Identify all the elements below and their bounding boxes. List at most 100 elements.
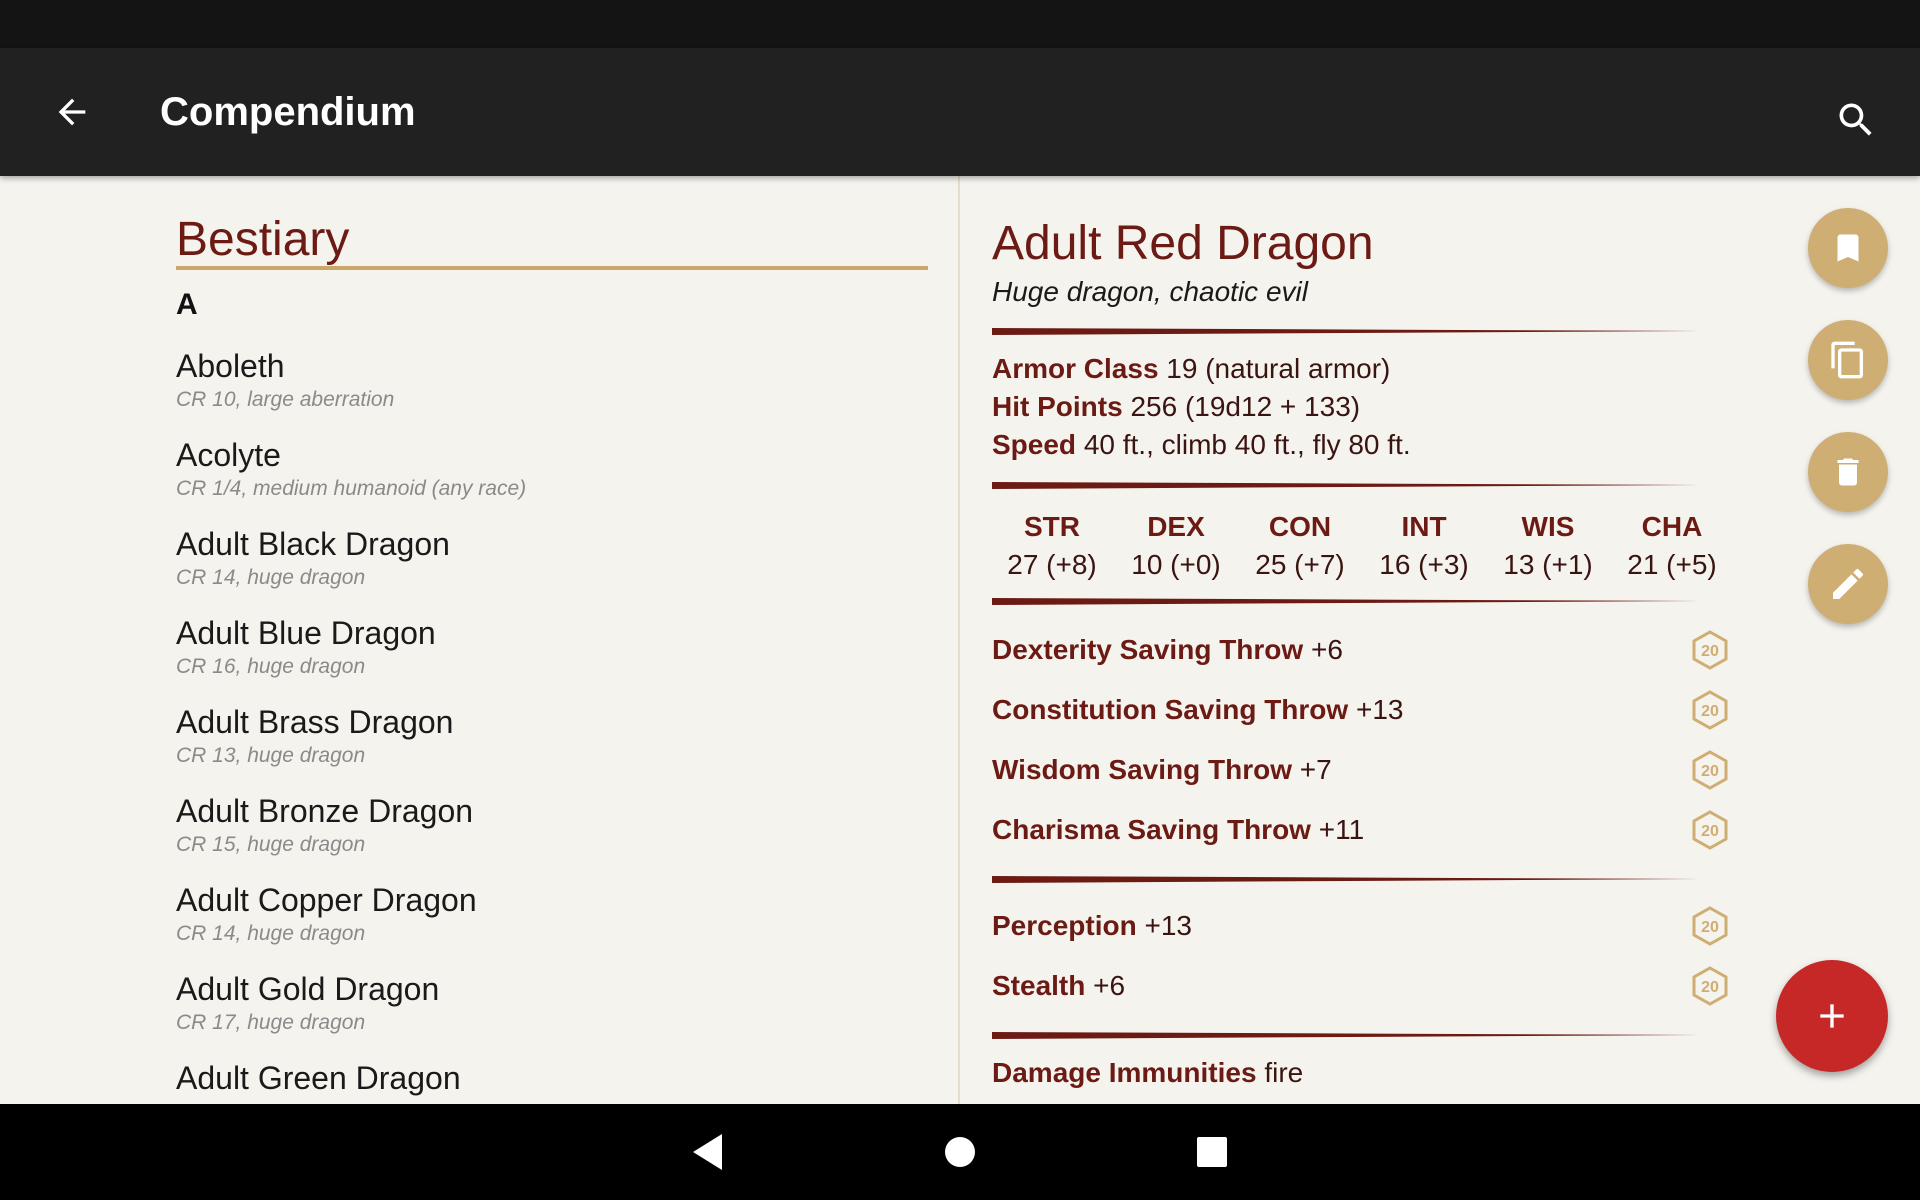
list-item[interactable]: Adult Green Dragon [176,1058,936,1104]
monster-subtitle: CR 14, huge dragon [176,566,366,589]
saving-throw-value: +11 [1318,814,1365,845]
arrow-left-icon [58,98,86,126]
roll-d20-button[interactable]: 20 [1688,688,1732,732]
monster-subtitle: CR 13, huge dragon [176,744,366,767]
circle-home-icon [945,1137,975,1167]
roll-d20-button[interactable]: 20 [1688,964,1732,1008]
triangle-back-icon [693,1134,722,1170]
copy-icon [1831,341,1863,379]
list-item[interactable]: Adult Blue Dragon CR 16, huge dragon [176,613,936,702]
ability-int: INT 16 (+3) [1364,508,1484,584]
roll-d20-button[interactable]: 20 [1688,808,1732,852]
roll-d20-button[interactable]: 20 [1688,628,1732,672]
section-rule [992,1032,1700,1039]
back-button[interactable] [48,88,96,136]
list-item[interactable]: Adult Gold Dragon CR 17, huge dragon [176,969,936,1058]
damage-immunities-line: Damage Immunities fire [992,1054,1303,1092]
ability-value: 13 (+1) [1503,549,1593,580]
ability-value: 27 (+8) [1007,549,1097,580]
section-rule [992,876,1700,883]
saving-throw-label: Dexterity Saving Throw [992,634,1304,665]
monster-subtitle: CR 10, large aberration [176,388,395,411]
saving-throw-row[interactable]: Dexterity Saving Throw +6 20 [992,628,1732,672]
pencil-icon [1833,568,1864,599]
nav-back-button[interactable] [660,1104,756,1200]
skill-row[interactable]: Stealth +6 20 [992,964,1732,1008]
saving-throw-text: Charisma Saving Throw +11 [992,814,1364,846]
list-item[interactable]: Adult Black Dragon CR 14, huge dragon [176,524,936,613]
bestiary-list-pane[interactable]: Bestiary A Aboleth CR 10, large aberratio… [0,176,958,1104]
ability-value: 10 (+0) [1131,549,1221,580]
skill-value: +13 [1144,910,1192,941]
monster-name: Adult Blue Dragon [176,615,436,651]
copy-button[interactable] [1808,320,1888,400]
monster-subtitle: CR 14, huge dragon [176,922,366,945]
ability-name: DEX [1147,511,1205,542]
d20-icon: 20 [1692,690,1728,730]
monster-type-alignment: Huge dragon, chaotic evil [992,276,1308,307]
list-item[interactable]: Adult Bronze Dragon CR 15, huge dragon [176,791,936,880]
skill-label: Perception [992,910,1137,941]
ability-scores: STR 27 (+8) DEX 10 (+0) CON 25 (+7) INT 16 (… [992,508,1732,584]
hit-points-value: 256 (19d12 + 133) [1130,391,1361,422]
list-item[interactable]: Acolyte CR 1/4, medium humanoid (any race… [176,435,936,524]
skill-text: Stealth +6 [992,970,1125,1002]
search-icon [1839,103,1872,136]
search-button[interactable] [1832,96,1880,144]
hit-points-label: Hit Points [992,391,1123,422]
section-title: Bestiary [176,214,928,270]
damage-immunities-label: Damage Immunities [992,1057,1257,1088]
saving-throw-row[interactable]: Constitution Saving Throw +13 20 [992,688,1732,732]
skill-row[interactable]: Perception +13 20 [992,904,1732,948]
section-rule [992,328,1700,335]
app-bar: Compendium [0,48,1920,176]
d20-label: 20 [1701,703,1719,720]
monster-name: Adult Brass Dragon [176,704,454,740]
monster-detail-pane[interactable]: Adult Red Dragon Huge dragon, chaotic ev… [960,176,1920,1104]
ability-dex: DEX 10 (+0) [1116,508,1236,584]
monster-name: Aboleth [176,348,285,384]
nav-home-button[interactable] [912,1104,1008,1200]
speed-line: Speed 40 ft., climb 40 ft., fly 80 ft. [992,426,1411,464]
add-button[interactable] [1776,960,1888,1072]
saving-throw-text: Wisdom Saving Throw +7 [992,754,1332,786]
list-item[interactable]: Aboleth CR 10, large aberration [176,346,936,435]
monster-list: Aboleth CR 10, large aberration Acolyte CR… [176,346,936,1104]
ability-name: WIS [1521,511,1575,542]
d20-label: 20 [1701,979,1719,996]
list-item[interactable]: Adult Copper Dragon CR 14, huge dragon [176,880,936,969]
d20-label: 20 [1701,919,1719,936]
saving-throw-row[interactable]: Charisma Saving Throw +11 20 [992,808,1732,852]
ability-name: INT [1401,511,1447,542]
delete-button[interactable] [1808,432,1888,512]
ability-value: 25 (+7) [1255,549,1345,580]
monster-name: Adult Bronze Dragon [176,793,474,829]
ability-cha: CHA 21 (+5) [1612,508,1732,584]
status-bar [0,0,1920,48]
monster-name: Adult Copper Dragon [176,882,477,918]
armor-class-value: 19 (natural armor) [1166,353,1391,384]
bookmark-button[interactable] [1808,208,1888,288]
ability-wis: WIS 13 (+1) [1488,508,1608,584]
speed-value: 40 ft., climb 40 ft., fly 80 ft. [1083,429,1411,460]
roll-d20-button[interactable]: 20 [1688,748,1732,792]
content-area: Bestiary A Aboleth CR 10, large aberratio… [0,176,1920,1104]
edit-button[interactable] [1808,544,1888,624]
list-item[interactable]: Adult Brass Dragon CR 13, huge dragon [176,702,936,791]
saving-throw-text: Constitution Saving Throw +13 [992,694,1403,726]
saving-throw-value: +6 [1310,634,1343,665]
armor-class-line: Armor Class 19 (natural armor) [992,350,1390,388]
d20-icon: 20 [1692,750,1728,790]
ability-value: 21 (+5) [1627,549,1717,580]
hit-points-line: Hit Points 256 (19d12 + 133) [992,388,1360,426]
ability-con: CON 25 (+7) [1240,508,1360,584]
roll-d20-button[interactable]: 20 [1688,904,1732,948]
saving-throw-value: +7 [1299,754,1332,785]
saving-throw-label: Wisdom Saving Throw [992,754,1292,785]
saving-throw-label: Constitution Saving Throw [992,694,1349,725]
d20-label: 20 [1701,823,1719,840]
nav-recents-button[interactable] [1164,1104,1260,1200]
saving-throw-text: Dexterity Saving Throw +6 [992,634,1343,666]
trash-icon [1837,458,1859,486]
saving-throw-row[interactable]: Wisdom Saving Throw +7 20 [992,748,1732,792]
